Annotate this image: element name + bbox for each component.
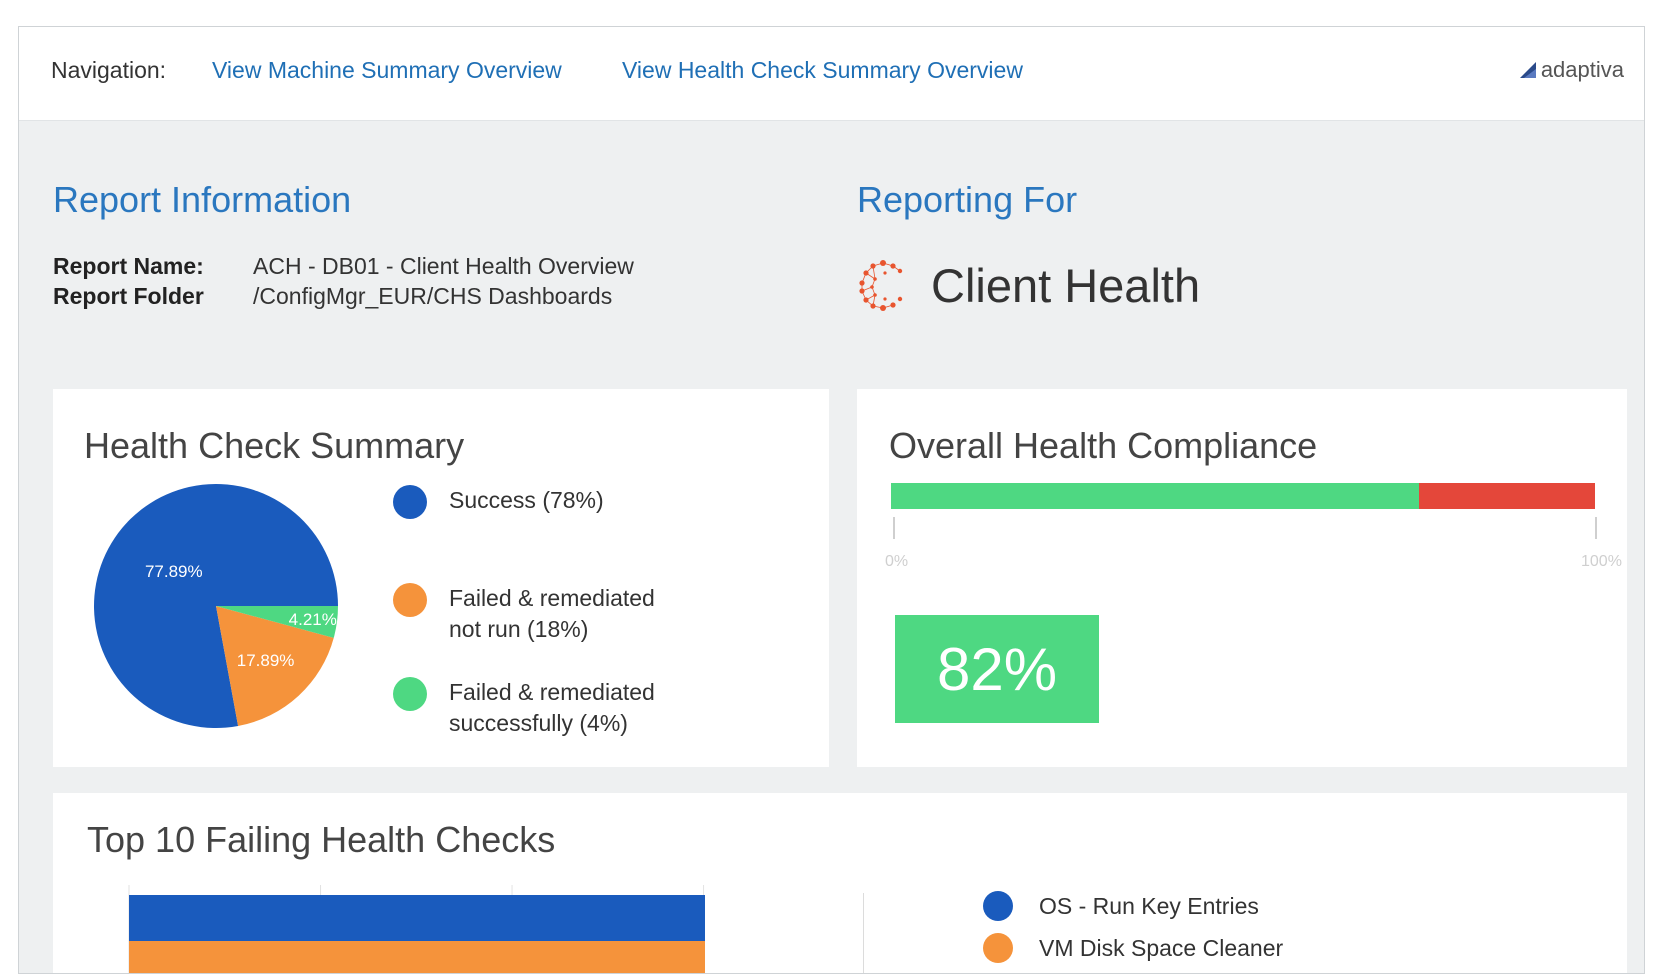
legend-item-remediated: Failed & remediated successfully (4%) [393, 677, 679, 739]
pie-data-label: 77.89% [145, 562, 203, 581]
reporting-for-block: Client Health [855, 257, 1200, 313]
legend-label-success: Success (78%) [449, 487, 604, 513]
view-machine-summary-link[interactable]: View Machine Summary Overview [212, 57, 562, 84]
bar [129, 941, 705, 973]
legend-item-success: Success (78%) [393, 485, 679, 519]
compliance-progress-bar [891, 483, 1595, 509]
navigation-bar: Navigation: View Machine Summary Overvie… [19, 27, 1644, 121]
health-check-pie-chart: 77.89% 17.89% 4.21% [93, 484, 339, 728]
brand-name: adaptiva [1540, 57, 1624, 82]
chart-divider [863, 893, 864, 973]
top10-legend-item: OS - Run Key Entries [983, 891, 1259, 921]
top-10-failing-checks-title: Top 10 Failing Health Checks [87, 819, 556, 860]
client-health-logo-icon [859, 260, 903, 311]
scale-tick-max [1595, 517, 1597, 539]
adaptiva-mark-icon [1519, 62, 1536, 78]
navigation-label: Navigation: [51, 57, 167, 83]
bar [129, 895, 705, 941]
top10-legend-dot [983, 933, 1013, 963]
legend-label-remediated: Failed & remediated successfully (4%) [449, 679, 655, 736]
reporting-for-heading: Reporting For [857, 179, 1078, 220]
top10-legend-dot [983, 891, 1013, 921]
legend-label-not-run: Failed & remediated not run (18%) [449, 585, 655, 642]
report-name-value: ACH - DB01 - Client Health Overview [253, 253, 634, 279]
legend-item-not-run: Failed & remediated not run (18%) [393, 583, 679, 645]
legend-dot-not-run [393, 583, 427, 617]
pie-data-label: 4.21% [289, 610, 337, 629]
report-folder-value: /ConfigMgr_EUR/CHS Dashboards [253, 283, 613, 309]
pie-data-label: 17.89% [237, 651, 295, 670]
top10-legend-item: VM Disk Space Cleaner [983, 933, 1283, 963]
report-frame: Navigation: View Machine Summary Overvie… [18, 26, 1645, 974]
top-10-failing-checks-card: Top 10 Failing Health Checks OS - Run Ke… [53, 793, 1627, 973]
report-name-row: Report Name: ACH - DB01 - Client Health … [53, 253, 634, 280]
legend-dot-remediated [393, 677, 427, 711]
compliance-bar-compliant [891, 483, 1419, 509]
report-information-heading: Report Information [53, 179, 352, 220]
legend-dot-success [393, 485, 427, 519]
scale-label-max: 100% [1581, 553, 1622, 570]
scale-tick-min [893, 517, 895, 539]
brand-logo: adaptiva [1518, 57, 1624, 83]
overall-health-compliance-title: Overall Health Compliance [889, 425, 1318, 466]
report-folder-row: Report Folder /ConfigMgr_EUR/CHS Dashboa… [53, 283, 612, 310]
health-check-summary-card: Health Check Summary 77.89% 17.89% 4.21% S… [53, 389, 829, 767]
compliance-percentage-badge: 82% [895, 615, 1099, 723]
scale-label-min: 0% [885, 553, 909, 570]
report-folder-label: Report Folder [53, 283, 204, 309]
reporting-for-value: Client Health [931, 258, 1201, 312]
top10-legend-label: VM Disk Space Cleaner [1039, 934, 1284, 961]
health-check-summary-title: Health Check Summary [84, 425, 465, 466]
compliance-bar-noncompliant [1419, 483, 1595, 509]
report-name-label: Report Name: [53, 253, 204, 279]
top10-legend-label: OS - Run Key Entries [1039, 892, 1259, 919]
overall-health-compliance-card: Overall Health Compliance 0% 100% 82% [857, 389, 1627, 767]
view-health-check-summary-link[interactable]: View Health Check Summary Overview [622, 57, 1023, 84]
top-10-bar-chart [128, 885, 705, 973]
